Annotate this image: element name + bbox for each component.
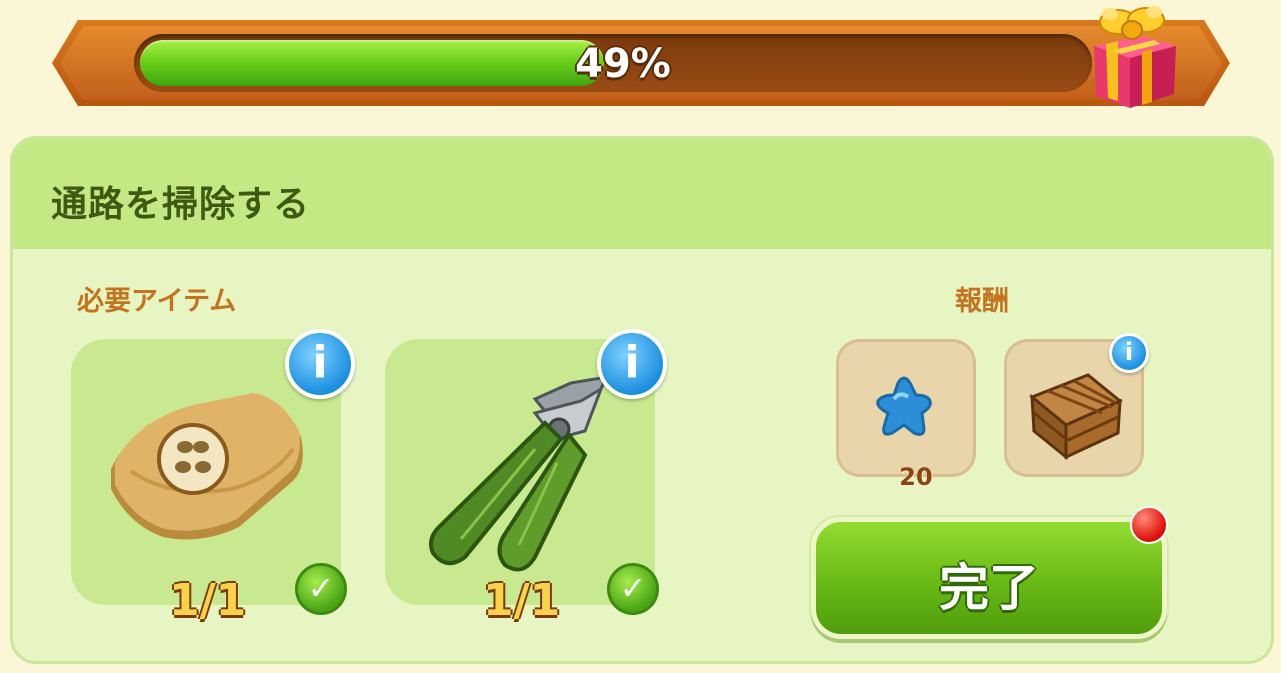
complete-button[interactable]: 完了 [811, 517, 1167, 639]
item-count: 1/1 [483, 575, 561, 626]
checkmark-icon: ✓ [607, 563, 659, 615]
gift-box-icon[interactable] [1080, 0, 1184, 112]
reward-card[interactable] [836, 339, 976, 477]
info-icon[interactable]: i [597, 329, 667, 399]
blue-star-icon [876, 376, 932, 436]
checkmark-icon: ✓ [295, 563, 347, 615]
item-count: 1/1 [169, 575, 247, 626]
quest-panel: 通路を掃除する 必要アイテム 報酬 1/1 i ✓ 1/1 i ✓ 20 i 完… [10, 136, 1274, 664]
notification-badge [1130, 506, 1168, 544]
rewards-label: 報酬 [955, 286, 1009, 317]
complete-button-label: 完了 [939, 559, 1039, 617]
info-icon[interactable]: i [285, 329, 355, 399]
quest-header: 通路を掃除する [13, 139, 1271, 249]
required-items-label: 必要アイテム [77, 286, 237, 317]
info-icon[interactable]: i [1109, 333, 1149, 373]
quest-title: 通路を掃除する [51, 184, 311, 225]
progress-label: 49% [575, 41, 671, 87]
reward-amount: 20 [899, 463, 933, 491]
